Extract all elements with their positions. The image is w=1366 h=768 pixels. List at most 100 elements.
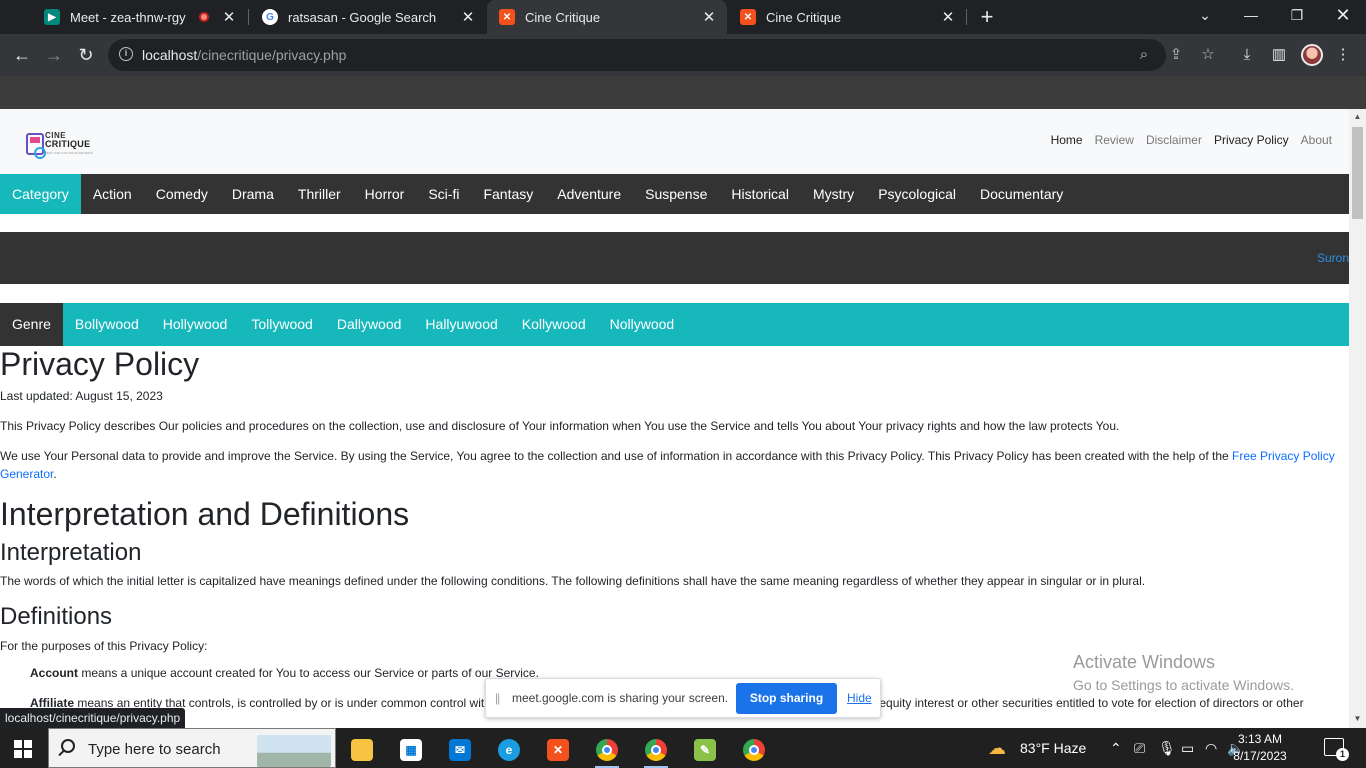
chevron-up-icon[interactable]: ⌃: [1110, 728, 1122, 768]
tab-divider: [966, 9, 967, 25]
forward-button[interactable]: →: [41, 42, 67, 68]
browser-toolbar: ← → ↻ i localhost/cinecritique/privacy.p…: [0, 34, 1366, 76]
restore-button[interactable]: ❐: [1274, 0, 1320, 34]
close-icon[interactable]: ✕: [221, 8, 237, 26]
side-panel-icon[interactable]: ▥: [1270, 46, 1288, 64]
close-icon[interactable]: ✕: [460, 8, 476, 26]
windows-taskbar: Type here to search ▦ ✉ e ✕ ✎ ☁ 83°F Haz…: [0, 728, 1366, 768]
category-historical[interactable]: Historical: [719, 174, 801, 214]
search-placeholder: Type here to search: [88, 741, 221, 758]
url-host: localhost: [142, 47, 198, 63]
back-button[interactable]: ←: [9, 42, 35, 68]
category-label[interactable]: Category: [0, 174, 81, 214]
microphone-icon[interactable]: 🎙: [1158, 728, 1176, 768]
weather-icon[interactable]: ☁: [988, 728, 1006, 768]
tab-google-search[interactable]: G ratsasan - Google Search ✕: [250, 0, 486, 34]
tab-cine-critique-active[interactable]: ✕ Cine Critique ✕: [487, 0, 727, 34]
category-psychological[interactable]: Psycological: [866, 174, 968, 214]
category-mystery[interactable]: Mystry: [801, 174, 866, 214]
marquee-link[interactable]: Suron: [1317, 251, 1349, 265]
system-clock[interactable]: 3:13 AM 8/17/2023: [1225, 731, 1295, 765]
category-documentary[interactable]: Documentary: [968, 174, 1075, 214]
genre-hollywood[interactable]: Hollywood: [151, 303, 240, 346]
bookmark-star-icon[interactable]: ☆: [1199, 46, 1217, 64]
clock-date: 8/17/2023: [1233, 749, 1287, 763]
category-action[interactable]: Action: [81, 174, 144, 214]
drag-handle-icon[interactable]: ||: [495, 691, 500, 705]
category-fantasy[interactable]: Fantasy: [471, 174, 545, 214]
site-info-icon[interactable]: i: [119, 47, 133, 61]
reload-button[interactable]: ↻: [73, 42, 99, 68]
wifi-icon[interactable]: ◠: [1205, 728, 1217, 768]
nav-review[interactable]: Review: [1095, 133, 1134, 147]
paragraph-text: We use Your Personal data to provide and…: [0, 449, 1233, 463]
menu-kebab-icon[interactable]: ⋮: [1334, 46, 1352, 64]
recording-icon: [199, 12, 209, 22]
windows-start-icon[interactable]: [14, 740, 32, 758]
genre-kollywood[interactable]: Kollywood: [510, 303, 598, 346]
taskbar-xampp[interactable]: ✕: [538, 732, 578, 768]
taskbar-notepad-plus[interactable]: ✎: [685, 732, 725, 768]
url-text[interactable]: localhost/cinecritique/privacy.php: [142, 47, 346, 63]
google-icon: G: [262, 9, 278, 25]
category-drama[interactable]: Drama: [220, 174, 286, 214]
download-icon[interactable]: ⤓: [1238, 46, 1256, 64]
tab-meet[interactable]: ▶ Meet - zea-thnw-rgy ✕: [32, 0, 247, 34]
tab-title: ratsasan - Google Search: [288, 9, 437, 25]
notification-center-icon[interactable]: 1: [1324, 738, 1349, 761]
nav-disclaimer[interactable]: Disclaimer: [1146, 133, 1202, 147]
category-suspense[interactable]: Suspense: [633, 174, 719, 214]
taskbar-chrome-profile-2[interactable]: [636, 732, 676, 768]
taskbar-store[interactable]: ▦: [391, 732, 431, 768]
category-thriller[interactable]: Thriller: [286, 174, 353, 214]
genre-bollywood[interactable]: Bollywood: [63, 303, 151, 346]
site-header: CINE CRITIQUE BEST SITE FOR MOVIE REVIEW…: [0, 109, 1349, 174]
address-bar[interactable]: i localhost/cinecritique/privacy.php ⌕ ⇪…: [108, 39, 1215, 71]
category-adventure[interactable]: Adventure: [545, 174, 633, 214]
close-icon[interactable]: ✕: [701, 8, 717, 26]
mail-icon: ✉: [449, 739, 471, 761]
site-logo[interactable]: CINE CRITIQUE BEST SITE FOR MOVIE REVIEW…: [26, 131, 110, 159]
genre-tollywood[interactable]: Tollywood: [239, 303, 324, 346]
tab-search-chevron-icon[interactable]: ⌄: [1182, 0, 1228, 34]
zoom-icon[interactable]: ⌕: [1135, 46, 1153, 64]
nav-privacy-policy[interactable]: Privacy Policy: [1214, 133, 1289, 147]
scroll-down-arrow-icon[interactable]: ▼: [1353, 714, 1362, 723]
genre-dallywood[interactable]: Dallywood: [325, 303, 414, 346]
battery-icon[interactable]: ▭: [1181, 728, 1194, 768]
taskbar-edge[interactable]: e: [489, 732, 529, 768]
close-icon[interactable]: ✕: [940, 8, 956, 26]
stop-sharing-button[interactable]: Stop sharing: [736, 683, 837, 714]
window-close-button[interactable]: ✕: [1320, 0, 1366, 34]
paragraph-end: .: [53, 467, 57, 481]
meet-present-icon[interactable]: ⎚: [1134, 728, 1145, 768]
taskbar-chrome-profile-1[interactable]: [587, 732, 627, 768]
weather-text[interactable]: 83°F Haze: [1020, 728, 1086, 768]
genre-label[interactable]: Genre: [0, 303, 63, 346]
browser-tab-strip: ▶ Meet - zea-thnw-rgy ✕ G ratsasan - Goo…: [0, 0, 1366, 34]
category-comedy[interactable]: Comedy: [144, 174, 220, 214]
scrollbar-thumb[interactable]: [1352, 127, 1363, 219]
chrome-icon: [596, 739, 618, 761]
clock-time: 3:13 AM: [1237, 732, 1283, 746]
new-tab-button[interactable]: +: [976, 4, 998, 30]
genre-nollywood[interactable]: Nollywood: [598, 303, 687, 346]
share-message: meet.google.com is sharing your screen.: [512, 691, 729, 705]
taskbar-search-box[interactable]: Type here to search: [48, 728, 336, 768]
hide-link[interactable]: Hide: [847, 691, 872, 705]
tab-cine-critique[interactable]: ✕ Cine Critique ✕: [728, 0, 966, 34]
page-scrollbar[interactable]: ▲ ▼: [1349, 109, 1366, 728]
taskbar-chrome[interactable]: [734, 732, 774, 768]
taskbar-file-explorer[interactable]: [342, 732, 382, 768]
nav-home[interactable]: Home: [1051, 133, 1083, 147]
genre-hallyuwood[interactable]: Hallyuwood: [413, 303, 509, 346]
category-horror[interactable]: Horror: [353, 174, 417, 214]
taskbar-mail[interactable]: ✉: [440, 732, 480, 768]
scroll-up-arrow-icon[interactable]: ▲: [1353, 112, 1362, 121]
profile-avatar[interactable]: [1301, 44, 1323, 66]
nav-about[interactable]: About: [1301, 133, 1332, 147]
minimize-button[interactable]: —: [1228, 0, 1274, 34]
category-sci-fi[interactable]: Sci-fi: [416, 174, 471, 214]
share-icon[interactable]: ⇪: [1167, 46, 1185, 64]
url-path: /cinecritique/privacy.php: [197, 47, 347, 63]
